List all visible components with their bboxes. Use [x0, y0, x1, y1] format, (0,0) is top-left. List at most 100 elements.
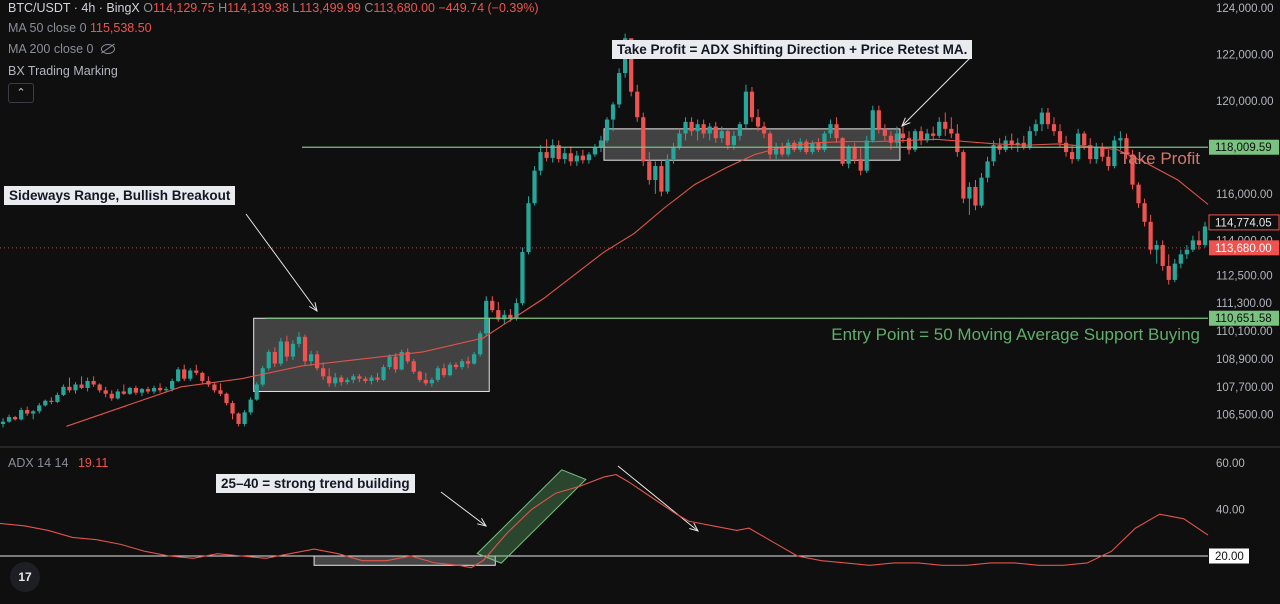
candle-body [852, 147, 857, 160]
candle-body [1094, 147, 1099, 160]
candle-body [586, 154, 592, 161]
candle-body [580, 155, 585, 161]
candle-body [1039, 112, 1045, 125]
candle-body [689, 121, 694, 132]
candle-body [731, 135, 736, 146]
candle-body [1154, 245, 1159, 250]
candle-body [327, 376, 332, 384]
price-axis-tick: 110,100.00 [1216, 326, 1273, 338]
candle-body [647, 161, 652, 180]
candle-body [441, 368, 447, 376]
candle-body [37, 405, 42, 412]
candle-body [937, 121, 942, 136]
candle-body [170, 381, 175, 390]
adx-axis-tick: 40.00 [1216, 505, 1245, 517]
tradingview-logo-icon[interactable]: 17 [10, 562, 40, 592]
chart-canvas[interactable]: 124,000.00122,000.00120,000.00118,000.00… [0, 0, 1280, 604]
price-axis-tick: 111,300.00 [1216, 298, 1272, 310]
candle-body [1190, 240, 1196, 250]
ma200-legend[interactable]: MA 200 close 0 [8, 42, 115, 56]
candle-body [665, 159, 670, 192]
candle-body [985, 161, 990, 178]
candle-body [604, 119, 610, 141]
candle-body [610, 104, 616, 120]
candle-body [339, 377, 344, 383]
candle-body [1112, 140, 1117, 167]
price-label: 110,651.58 [1215, 313, 1272, 325]
candle-body [79, 384, 84, 388]
candle-body [1202, 226, 1208, 246]
ma50-value: 115,538.50 [90, 21, 152, 35]
candle-body [876, 110, 881, 129]
candle-body [12, 417, 18, 420]
indicator-legend[interactable]: BX Trading Marking [8, 64, 118, 78]
candle-body [484, 300, 489, 334]
candle-body [949, 128, 954, 134]
candle-body [85, 381, 90, 388]
candle-body [478, 333, 483, 355]
candle-body [284, 341, 290, 357]
candle-body [780, 147, 785, 155]
candle-body [363, 378, 368, 382]
take-profit-arrow [901, 57, 971, 127]
adx-note-arrow [440, 491, 487, 527]
candle-body [61, 386, 66, 395]
candle-body [1106, 156, 1111, 167]
candle-body [870, 110, 875, 141]
take-profit-note: Take Profit = ADX Shifting Direction + P… [612, 40, 973, 59]
candle-body [943, 121, 948, 129]
candle-body [1003, 140, 1008, 150]
candle-body [979, 177, 984, 206]
candle-body [278, 341, 283, 364]
sideways-arrow [245, 213, 318, 312]
candle-body [659, 166, 664, 192]
ma50-legend[interactable]: MA 50 close 0 115,538.50 [8, 21, 152, 35]
candle-body [429, 379, 434, 384]
price-label: 118,009.59 [1215, 142, 1272, 154]
price-label: 113,680.00 [1215, 243, 1272, 255]
candle-body [1082, 133, 1087, 146]
candle-body [163, 389, 169, 391]
candle-body [955, 133, 960, 153]
candle-body [1178, 254, 1183, 264]
candle-body [465, 361, 471, 364]
hidden-eye-icon[interactable] [100, 44, 115, 54]
adx-line [0, 474, 1209, 569]
candle-body [139, 389, 145, 393]
candle-body [97, 384, 102, 391]
candle-body [230, 403, 235, 414]
candle-body [321, 368, 326, 377]
adx-value: 19.11 [77, 456, 109, 470]
candle-body [1148, 221, 1153, 250]
candle-body [109, 393, 114, 399]
sideways-range-note: Sideways Range, Bullish Breakout [4, 186, 236, 205]
price-axis-tick: 116,000.00 [1216, 189, 1273, 201]
candle-body [423, 379, 428, 384]
candle-body [882, 128, 887, 136]
candle-body [176, 369, 181, 382]
candle-body [864, 140, 869, 171]
candle-body [127, 387, 132, 394]
candle-body [236, 413, 241, 424]
candle-body [616, 73, 622, 105]
candle-body [314, 354, 320, 369]
candle-body [91, 381, 96, 385]
price-axis-tick: 122,000.00 [1216, 49, 1274, 61]
candle-body [1166, 265, 1171, 280]
candle-body [816, 142, 821, 150]
candle-body [242, 412, 247, 424]
collapse-legend-button[interactable]: ⌃ [8, 83, 34, 103]
candle-body [526, 203, 531, 253]
candle-body [568, 153, 573, 162]
price-axis-tick: 120,000.00 [1216, 96, 1274, 108]
candle-body [653, 166, 658, 180]
adx-legend[interactable]: ADX 14 14 19.11 [8, 456, 108, 470]
candle-body [1076, 133, 1081, 160]
candle-body [73, 384, 78, 391]
adx-threshold-label: 20.00 [1215, 551, 1244, 563]
candle-body [641, 117, 646, 162]
candle-body [218, 390, 223, 394]
candle-body [182, 369, 187, 379]
candle-body [834, 124, 839, 139]
symbol-label: BTC/USDT · 4h · BingX [8, 1, 140, 15]
